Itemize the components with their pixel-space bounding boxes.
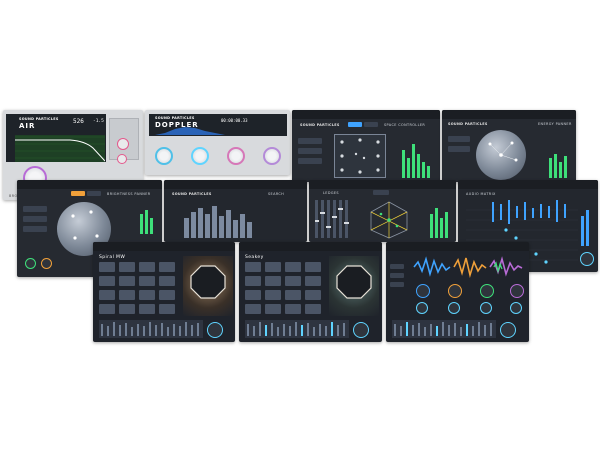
brightness-panner-title: BRIGHTNESS PANNER [107, 192, 151, 196]
doppler-knob-4[interactable] [263, 147, 281, 165]
ledges-meters [430, 208, 448, 238]
brightness-panner-meters [140, 210, 153, 234]
air-readout-main: 526 [73, 118, 84, 125]
air-gain-knob[interactable] [117, 138, 129, 150]
energy-panner-side-btn-1[interactable] [448, 136, 470, 142]
waveform-side-btn-3[interactable] [390, 282, 404, 287]
space-controller-side-btn-1[interactable] [298, 138, 322, 144]
spiral-mw-pad-grid [99, 262, 177, 314]
brightness-panner-side-btn-2[interactable] [23, 216, 47, 222]
ledges-tab-label: LEDGES [323, 191, 339, 195]
waveform-knob-7[interactable] [480, 302, 492, 314]
energy-panner-brand: SOUND PARTICLES [448, 122, 488, 126]
space-controller-tab[interactable] [364, 122, 378, 127]
air-mix-knob[interactable] [117, 154, 127, 164]
ledges-faders [315, 200, 349, 238]
seakey-pad-grid [245, 262, 323, 314]
ledges-panel-window: LEDGES [309, 180, 456, 242]
waveform-display [413, 256, 523, 278]
brightness-panner-side-btn-1[interactable] [23, 206, 47, 212]
space-controller-tab-active[interactable] [348, 122, 362, 127]
waveform-window [386, 242, 529, 342]
brightness-panner-tab-active[interactable] [71, 191, 85, 196]
energy-panner-sources [488, 141, 518, 162]
space-controller-speakers [340, 138, 380, 174]
waveform-knob-6[interactable] [448, 302, 460, 314]
sp-strip-window: SOUND PARTICLES SEARCH [164, 180, 307, 242]
space-controller-meters [402, 144, 430, 178]
waveform-master-knob[interactable] [500, 322, 516, 338]
waveform-knob-1[interactable] [416, 284, 430, 298]
waveform-knob-5[interactable] [416, 302, 428, 314]
doppler-knob-2[interactable] [191, 147, 209, 165]
doppler-knob-1[interactable] [155, 147, 173, 165]
doppler-spectrum [155, 127, 225, 135]
air-product-name: AIR [19, 122, 36, 130]
energy-panner-window: SOUND PARTICLES ENERGY PANNER [442, 110, 576, 182]
spiral-mw-window: Spiral MW [93, 242, 235, 342]
brightness-panner-side-btn-3[interactable] [23, 226, 47, 232]
air-brand: SOUND PARTICLES [19, 117, 59, 121]
collage-stage: SOUND PARTICLES AIR 526 -1.5 BROWSER SOU… [0, 0, 600, 450]
ledges-tab-active[interactable] [373, 190, 389, 195]
waveform-side-btn-2[interactable] [390, 273, 404, 278]
space-controller-side-btn-2[interactable] [298, 148, 322, 154]
spiral-mw-octagon [190, 265, 226, 299]
energy-panner-meters [549, 154, 567, 178]
seakey-title: Seakey [245, 255, 264, 260]
seakey-knob[interactable] [353, 322, 369, 338]
audio-matrix-title: AUDIO MATRIX [466, 192, 496, 196]
waveform-side-btn-1[interactable] [390, 264, 404, 269]
ledges-hexagon [370, 201, 408, 239]
air-eq-curve [15, 135, 105, 162]
waveform-keyboard [392, 320, 496, 338]
seakey-keyboard [245, 320, 349, 338]
doppler-timecode: 00:00:00.33 [221, 118, 248, 123]
sp-strip-brand: SOUND PARTICLES [172, 192, 212, 196]
doppler-plugin-window: SOUND PARTICLES DOPPLER 00:00:00.33 [145, 110, 290, 175]
space-controller-brand: SOUND PARTICLES [300, 123, 340, 127]
waveform-knob-2[interactable] [448, 284, 462, 298]
sp-strip-bars [184, 206, 252, 238]
doppler-knob-3[interactable] [227, 147, 245, 165]
space-controller-side-btn-3[interactable] [298, 158, 322, 164]
energy-panner-title: ENERGY PANNER [538, 122, 572, 126]
seakey-window: Seakey [239, 242, 382, 342]
space-controller-title: SPACE CONTROLLER [384, 123, 426, 127]
brightness-panner-tab[interactable] [87, 191, 101, 196]
energy-panner-side-btn-2[interactable] [448, 146, 470, 152]
doppler-brand: SOUND PARTICLES [155, 116, 195, 120]
space-controller-window: SOUND PARTICLES SPACE CONTROLLER [292, 110, 440, 182]
sp-strip-title: SEARCH [268, 192, 285, 196]
audio-matrix-knob[interactable] [580, 252, 594, 266]
waveform-knob-3[interactable] [480, 284, 494, 298]
waveform-knob-8[interactable] [510, 302, 522, 314]
audio-matrix-meters [581, 210, 589, 246]
waveform-knob-4[interactable] [510, 284, 524, 298]
spiral-mw-knob[interactable] [207, 322, 223, 338]
spiral-mw-keyboard [99, 320, 203, 338]
seakey-octagon [336, 265, 372, 299]
spiral-mw-title: Spiral MW [99, 255, 126, 260]
brightness-panner-knob-1[interactable] [25, 258, 36, 269]
air-readout-side: -1.5 [93, 119, 104, 124]
brightness-panner-knob-2[interactable] [41, 258, 52, 269]
